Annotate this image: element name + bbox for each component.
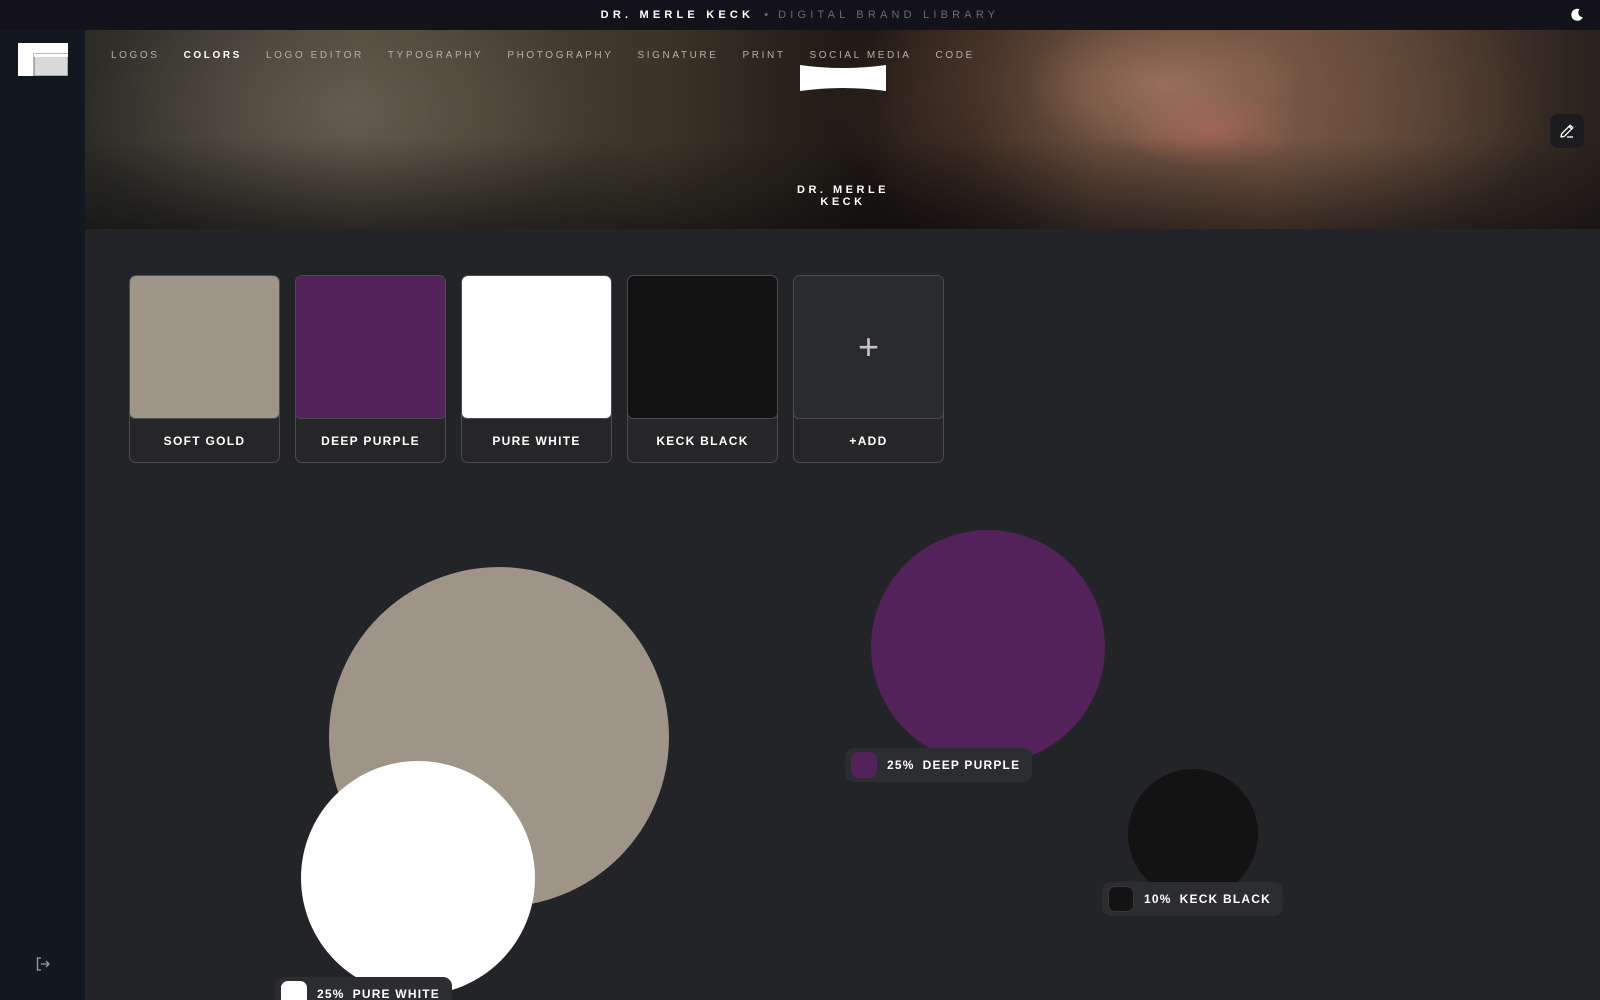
distribution-name: KECK BLACK [1179, 892, 1271, 906]
distribution-circle-pure-white [301, 761, 535, 995]
swatch-label: DEEP PURPLE [321, 433, 420, 448]
sidebar [0, 30, 85, 1000]
pencil-icon [1560, 124, 1574, 138]
distribution-label-pure-white: 25% PURE WHITE [275, 977, 452, 1000]
swatch-color [462, 276, 611, 419]
swatch-color [628, 276, 777, 419]
swatch-color [296, 276, 445, 419]
swatch-soft-gold[interactable]: SOFT GOLD [129, 275, 280, 463]
distribution-percent: 25% [317, 987, 345, 1000]
distribution-name: DEEP PURPLE [922, 758, 1021, 772]
brand-subtitle: DIGITAL BRAND LIBRARY [778, 9, 1000, 21]
title-separator: • [764, 9, 769, 21]
distribution-circle-deep-purple [871, 530, 1105, 764]
distribution-percent: 10% [1144, 892, 1172, 906]
swatch-label: PURE WHITE [492, 433, 581, 448]
nav-item-print[interactable]: PRINT [743, 50, 786, 61]
edit-button[interactable] [1550, 114, 1584, 148]
nav-item-typography[interactable]: TYPOGRAPHY [388, 50, 483, 61]
nav-item-colors[interactable]: COLORS [184, 50, 242, 61]
distribution-circle-keck-black [1128, 769, 1258, 899]
swatch-list: SOFT GOLD DEEP PURPLE PURE WHITE KECK BLACK… [129, 275, 944, 463]
distribution-label-deep-purple: 25% DEEP PURPLE [845, 748, 1033, 782]
color-dot [1108, 886, 1134, 912]
swatch-color [130, 276, 279, 419]
swatch-label: SOFT GOLD [163, 433, 246, 448]
brand-title: DR. MERLE KECK [600, 9, 755, 21]
distribution-label-keck-black: 10% KECK BLACK [1102, 882, 1283, 916]
swatch-label: KECK BLACK [656, 433, 749, 448]
brand-logo-icon[interactable] [18, 43, 68, 76]
plus-icon: + [794, 276, 943, 419]
main-nav: LOGOS COLORS LOGO EDITOR TYPOGRAPHY PHOTOGRA… [111, 50, 999, 61]
color-dot [851, 752, 877, 778]
nav-item-signature[interactable]: SIGNATURE [638, 50, 719, 61]
logout-icon[interactable] [34, 955, 52, 973]
nav-item-photography[interactable]: PHOTOGRAPHY [507, 50, 613, 61]
top-bar: DR. MERLE KECK • DIGITAL BRAND LIBRARY [0, 0, 1600, 30]
moon-icon[interactable] [1570, 8, 1584, 22]
add-swatch-label: +ADD [849, 433, 888, 448]
nav-item-logos[interactable]: LOGOS [111, 50, 160, 61]
hero-logo-icon [800, 65, 886, 91]
nav-item-logo-editor[interactable]: LOGO EDITOR [266, 50, 364, 61]
color-dot [281, 981, 307, 1000]
hero-name: DR. MERLE KECK [797, 184, 889, 208]
swatch-pure-white[interactable]: PURE WHITE [461, 275, 612, 463]
distribution-name: PURE WHITE [352, 987, 440, 1000]
add-swatch-button[interactable]: + +ADD [793, 275, 944, 463]
distribution-circle-soft-gold [329, 567, 669, 907]
swatch-keck-black[interactable]: KECK BLACK [627, 275, 778, 463]
distribution-percent: 25% [887, 758, 915, 772]
nav-item-social-media[interactable]: SOCIAL MEDIA [810, 50, 912, 61]
nav-item-code[interactable]: CODE [936, 50, 975, 61]
swatch-deep-purple[interactable]: DEEP PURPLE [295, 275, 446, 463]
